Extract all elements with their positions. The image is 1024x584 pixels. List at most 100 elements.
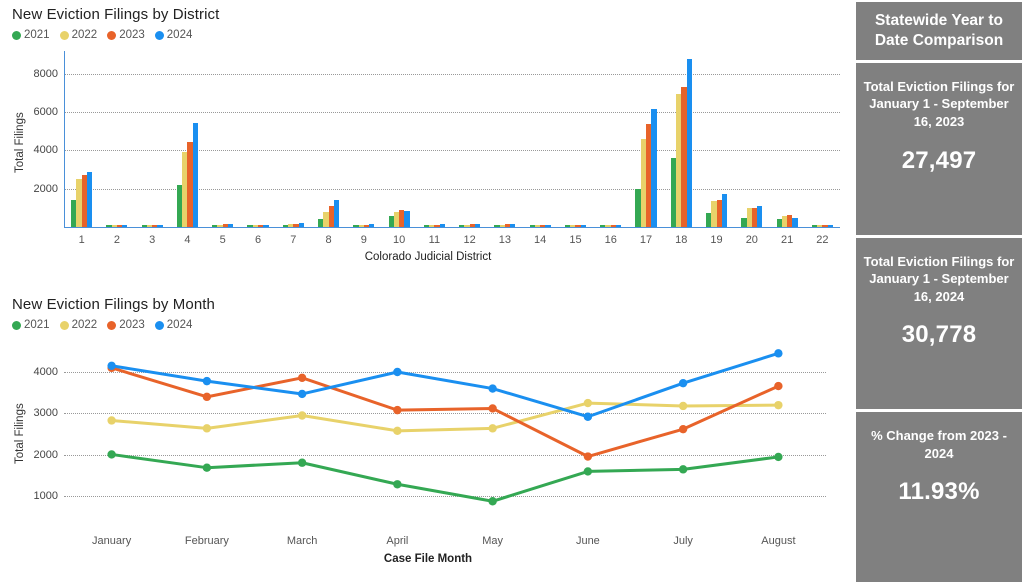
point-2023-August[interactable] [774,381,783,391]
bar-2024-district-7 [298,223,304,227]
point-2024-April[interactable] [393,367,402,377]
point-2022-May[interactable] [488,424,497,433]
point-2021-July[interactable] [678,465,688,474]
kpi-label-filings-2023: Total Eviction Filings for January 1 - S… [863,78,1015,130]
bar-2024-district-22 [827,225,833,227]
x-tick-label-district-1: 1 [78,234,85,246]
kpi-card-percent-change: % Change from 2023 - 2024 11.93% [856,412,1022,582]
point-2023-May[interactable] [488,404,497,413]
point-2021-March[interactable] [297,458,307,467]
x-tick-label-district-13: 13 [498,234,512,246]
line-2021 [110,452,780,503]
point-2024-July[interactable] [678,378,688,388]
bar-2024-district-4 [192,122,199,227]
district-chart-panel: New Eviction Filings by District 2021 202… [0,0,856,290]
bar-2024-district-2 [122,225,128,227]
x-tick-label-month-April: April [386,535,409,547]
x-tick-label-district-10: 10 [392,234,406,246]
legend-item-2024[interactable]: 2024 [154,319,193,331]
x-tick-label-district-21: 21 [780,234,794,246]
point-2024-June[interactable] [583,412,593,421]
point-2024-February[interactable] [202,376,212,386]
x-tick-label-district-15: 15 [569,234,582,246]
point-2021-February[interactable] [202,463,212,472]
point-2024-August[interactable] [774,349,783,358]
point-2023-June[interactable] [583,452,593,461]
legend-label: 2024 [166,319,193,331]
bar-2024-district-12 [474,223,481,227]
legend-item-2024[interactable]: 2024 [154,29,193,41]
point-2022-July[interactable] [678,401,688,411]
point-2023-July[interactable] [678,424,688,434]
kpi-card-filings-2023: Total Eviction Filings for January 1 - S… [856,62,1022,235]
x-tick-label-district-14: 14 [534,234,547,246]
month-chart-title: New Eviction Filings by Month [12,296,215,313]
point-2024-March[interactable] [297,389,307,399]
point-2021-May[interactable] [488,497,497,506]
x-tick-label-district-3: 3 [149,234,156,246]
x-tick-label-district-22: 22 [816,234,829,246]
x-tick-label-month-May: May [482,535,504,547]
bar-2024-district-21 [792,218,798,227]
x-tick-label-district-5: 5 [219,234,226,246]
point-2023-February[interactable] [202,392,212,402]
legend-label: 2022 [71,319,98,331]
legend-item-2022[interactable]: 2022 [59,29,97,41]
district-chart-legend: 2021 2022 2023 2024 [0,23,856,41]
point-2024-January[interactable] [107,361,116,370]
district-x-axis-title: Colorado Judicial District [364,251,492,263]
district-plot-area: 2000 4000 6000 8000 1 2 3 4 5 6 7 8 9 10 11 12 13 14 15 16 1… [0,41,856,273]
x-tick-label-district-2: 2 [113,234,120,246]
point-2021-January[interactable] [107,450,116,459]
bar-2024-district-6 [263,224,269,227]
point-2022-March[interactable] [297,411,307,420]
district-chart-title: New Eviction Filings by District [12,6,220,23]
point-2023-April[interactable] [393,405,402,415]
point-2022-August[interactable] [774,400,783,410]
point-2021-August[interactable] [774,452,783,462]
point-2023-March[interactable] [297,373,307,382]
bar-2024-district-11 [439,224,445,227]
legend-swatch-icon [154,320,164,330]
legend-label: 2021 [24,29,50,41]
sidebar-header-card: Statewide Year to Date Comparison [856,2,1022,60]
x-tick-label-district-12: 12 [463,234,476,246]
x-tick-label-district-7: 7 [290,234,297,246]
x-tick-label-month-February: February [184,535,229,547]
legend-label: 2021 [24,319,50,331]
legend-swatch-icon [59,30,69,40]
kpi-sidebar: Statewide Year to Date Comparison Total … [856,0,1024,584]
point-2022-April[interactable] [393,426,402,436]
point-2024-May[interactable] [488,384,497,393]
kpi-value-filings-2023: 27,497 [901,146,977,174]
legend-swatch-icon [12,30,21,40]
x-tick-label-district-6: 6 [254,234,262,246]
x-tick-label-district-4: 4 [184,234,191,246]
line-2022 [110,401,780,433]
point-2021-June[interactable] [583,467,593,476]
bar-2024-district-1 [86,171,93,227]
legend-label: 2024 [166,29,193,41]
legend-label: 2023 [119,319,145,331]
district-y-axis-title: Total Filings [14,112,26,173]
point-2022-June[interactable] [583,398,593,408]
x-tick-label-month-August: August [761,535,796,547]
sidebar-header-title: Statewide Year to Date Comparison [874,11,1004,49]
legend-item-2021[interactable]: 2021 [12,29,50,41]
legend-swatch-icon [12,320,21,330]
legend-item-2022[interactable]: 2022 [59,319,98,331]
x-tick-label-district-16: 16 [604,234,617,246]
legend-item-2021[interactable]: 2021 [12,319,50,331]
bar-2024-district-17 [651,109,657,227]
bar-2024-district-19 [721,194,728,227]
x-tick-label-district-18: 18 [675,234,688,246]
legend-item-2023[interactable]: 2023 [107,319,145,331]
kpi-value-percent-change: 11.93% [898,478,980,506]
kpi-card-filings-2024: Total Eviction Filings for January 1 - S… [856,237,1022,410]
point-2022-January[interactable] [107,416,116,425]
legend-swatch-icon [59,320,69,330]
point-2022-February[interactable] [202,424,212,433]
x-tick-label-district-9: 9 [360,234,367,246]
legend-item-2023[interactable]: 2023 [107,29,145,41]
point-2021-April[interactable] [393,480,402,489]
